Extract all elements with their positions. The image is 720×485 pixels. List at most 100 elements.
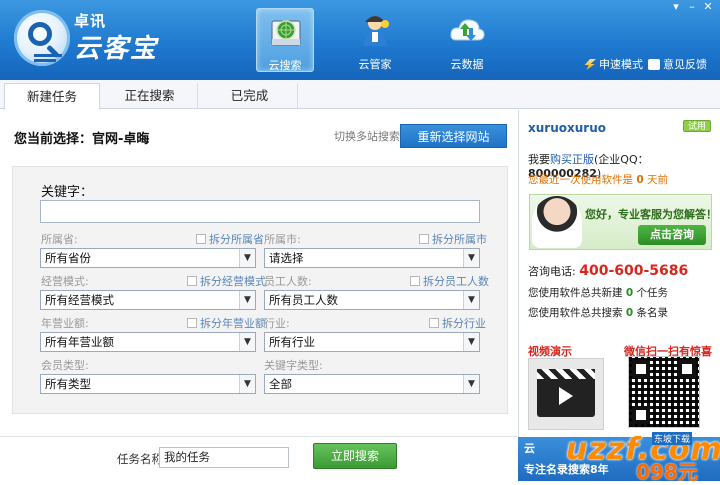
staff-count-select[interactable]: 所有员工人数 ▼ <box>264 290 480 310</box>
cloud-icon <box>450 19 485 41</box>
nav-label: 云数据 <box>450 58 484 71</box>
nav-cloud-data[interactable]: 云数据 <box>438 8 496 72</box>
industry-select[interactable]: 所有行业 ▼ <box>264 332 480 352</box>
chevron-down-icon: ▼ <box>463 375 479 393</box>
user-manager-icon <box>363 16 389 46</box>
video-demo-title: 视频演示 <box>528 345 572 358</box>
minimize-icon[interactable]: – <box>684 0 700 13</box>
buy-license-link[interactable]: 购买正版 <box>550 153 594 166</box>
window-controls: ▾ – ✕ <box>668 0 716 16</box>
video-demo-thumbnail[interactable] <box>528 358 604 430</box>
split-industry-checkbox[interactable]: 拆分行业 <box>429 315 486 331</box>
lightning-icon <box>584 59 596 70</box>
split-label: 拆分所属省 <box>209 233 264 246</box>
tab-bar: 新建任务 正在搜索 已完成 <box>0 80 720 110</box>
industry-label: 行业: <box>264 317 290 330</box>
phone-label: 咨询电话: <box>528 265 576 278</box>
keyword-input[interactable] <box>40 200 480 223</box>
staff-count-label: 员工人数: <box>264 275 312 288</box>
checkbox-icon <box>187 276 197 286</box>
feedback-label: 意见反馈 <box>663 58 707 71</box>
keyword-label: 关键字： <box>41 185 94 200</box>
search-prefix: 您使用软件总共搜索 <box>528 307 623 319</box>
mini-mode-label: 申速模式 <box>599 58 643 71</box>
split-staff-count-checkbox[interactable]: 拆分员工人数 <box>410 273 489 289</box>
member-type-select[interactable]: 所有类型 ▼ <box>40 374 256 394</box>
task-count: 0 <box>625 287 634 299</box>
app-logo-icon <box>14 10 70 66</box>
play-icon <box>559 387 573 405</box>
city-select[interactable]: 请选择 ▼ <box>264 248 480 268</box>
radar-icon <box>271 20 301 46</box>
chevron-down-icon: ▼ <box>239 291 255 309</box>
annual-revenue-select[interactable]: 所有年营业额 ▼ <box>40 332 256 352</box>
close-icon[interactable]: ✕ <box>700 0 716 13</box>
select-value: 所有经营模式 <box>45 293 114 307</box>
search-count: 0 <box>625 307 634 319</box>
qr-finder <box>632 406 650 424</box>
watermark-sub: 东坡下载 <box>652 432 693 445</box>
last-used-days: 0 <box>636 174 644 186</box>
chevron-down-icon: ▼ <box>239 249 255 267</box>
split-annual-revenue-checkbox[interactable]: 拆分年营业额 <box>187 315 266 331</box>
customer-service-text: 您好，专业客服为您解答！ <box>585 208 717 221</box>
select-value: 所有年营业额 <box>45 335 114 349</box>
task-count-line: 您使用软件总共新建 0 个任务 <box>528 285 668 300</box>
task-name-label: 任务名称 <box>117 452 163 466</box>
search-now-button[interactable]: 立即搜索 <box>313 443 397 469</box>
split-label: 拆分所属市 <box>432 233 487 246</box>
tab-completed[interactable]: 已完成 <box>202 83 298 109</box>
chevron-down-icon: ▼ <box>463 249 479 267</box>
menu-dropdown-icon[interactable]: ▾ <box>668 0 684 13</box>
qr-finder <box>632 360 650 378</box>
split-province-checkbox[interactable]: 拆分所属省 <box>196 231 264 247</box>
split-label: 拆分员工人数 <box>423 275 489 288</box>
split-business-mode-checkbox[interactable]: 拆分经营模式 <box>187 273 266 289</box>
chat-bubble-icon <box>648 59 660 70</box>
checkbox-icon <box>196 234 206 244</box>
select-value: 所有员工人数 <box>269 293 338 307</box>
chevron-down-icon: ▼ <box>239 375 255 393</box>
promo-text-top: 云 <box>524 442 535 455</box>
switch-multi-site-link[interactable]: 切换多站搜索 <box>334 128 400 144</box>
trial-badge: 试用 <box>683 120 711 132</box>
mini-mode-link[interactable]: 申速模式 <box>584 56 643 72</box>
last-used-prefix: 您最近一次使用软件是 <box>528 174 633 186</box>
feedback-link[interactable]: 意见反馈 <box>648 56 707 72</box>
consult-button[interactable]: 点击咨询 <box>638 225 706 245</box>
checkbox-icon <box>429 318 439 328</box>
nav-cloud-search[interactable]: 云搜索 <box>256 8 314 72</box>
search-count-line: 您使用软件总共搜索 0 条名录 <box>528 305 668 320</box>
keyword-type-label: 关键字类型: <box>264 359 323 372</box>
select-value: 所有类型 <box>45 377 91 391</box>
checkbox-icon <box>410 276 420 286</box>
select-value: 所有省份 <box>45 251 91 265</box>
keyword-type-select[interactable]: 全部 ▼ <box>264 374 480 394</box>
city-label: 所属市: <box>264 233 301 246</box>
tab-new-task[interactable]: 新建任务 <box>4 83 100 110</box>
current-selection: 您当前选择：官网-卓晦 <box>14 132 150 147</box>
last-used-suffix: 天前 <box>647 174 668 186</box>
nav-label: 云管家 <box>358 58 392 71</box>
phone-line: 咨询电话: 400-600-5686 <box>528 263 688 279</box>
select-value: 请选择 <box>269 251 304 265</box>
split-label: 拆分年营业额 <box>200 317 266 330</box>
split-city-checkbox[interactable]: 拆分所属市 <box>419 231 487 247</box>
member-type-label: 会员类型: <box>41 359 89 372</box>
task-prefix: 您使用软件总共新建 <box>528 287 623 299</box>
select-value: 所有行业 <box>269 335 315 349</box>
tab-searching[interactable]: 正在搜索 <box>102 83 198 109</box>
reselect-site-button[interactable]: 重新选择网站 <box>400 124 507 148</box>
chevron-down-icon: ▼ <box>463 333 479 351</box>
username: xuruoxuruo <box>528 121 606 135</box>
business-mode-label: 经营模式: <box>41 275 89 288</box>
checkbox-icon <box>419 234 429 244</box>
province-select[interactable]: 所有省份 ▼ <box>40 248 256 268</box>
buy-prefix: 我要 <box>528 153 550 166</box>
checkbox-icon <box>187 318 197 328</box>
nav-cloud-manager[interactable]: 云管家 <box>346 8 404 72</box>
business-mode-select[interactable]: 所有经营模式 ▼ <box>40 290 256 310</box>
nav-label: 云搜索 <box>268 59 302 72</box>
task-name-input[interactable]: 我的任务 <box>159 447 289 468</box>
phone-number: 400-600-5686 <box>579 263 689 279</box>
